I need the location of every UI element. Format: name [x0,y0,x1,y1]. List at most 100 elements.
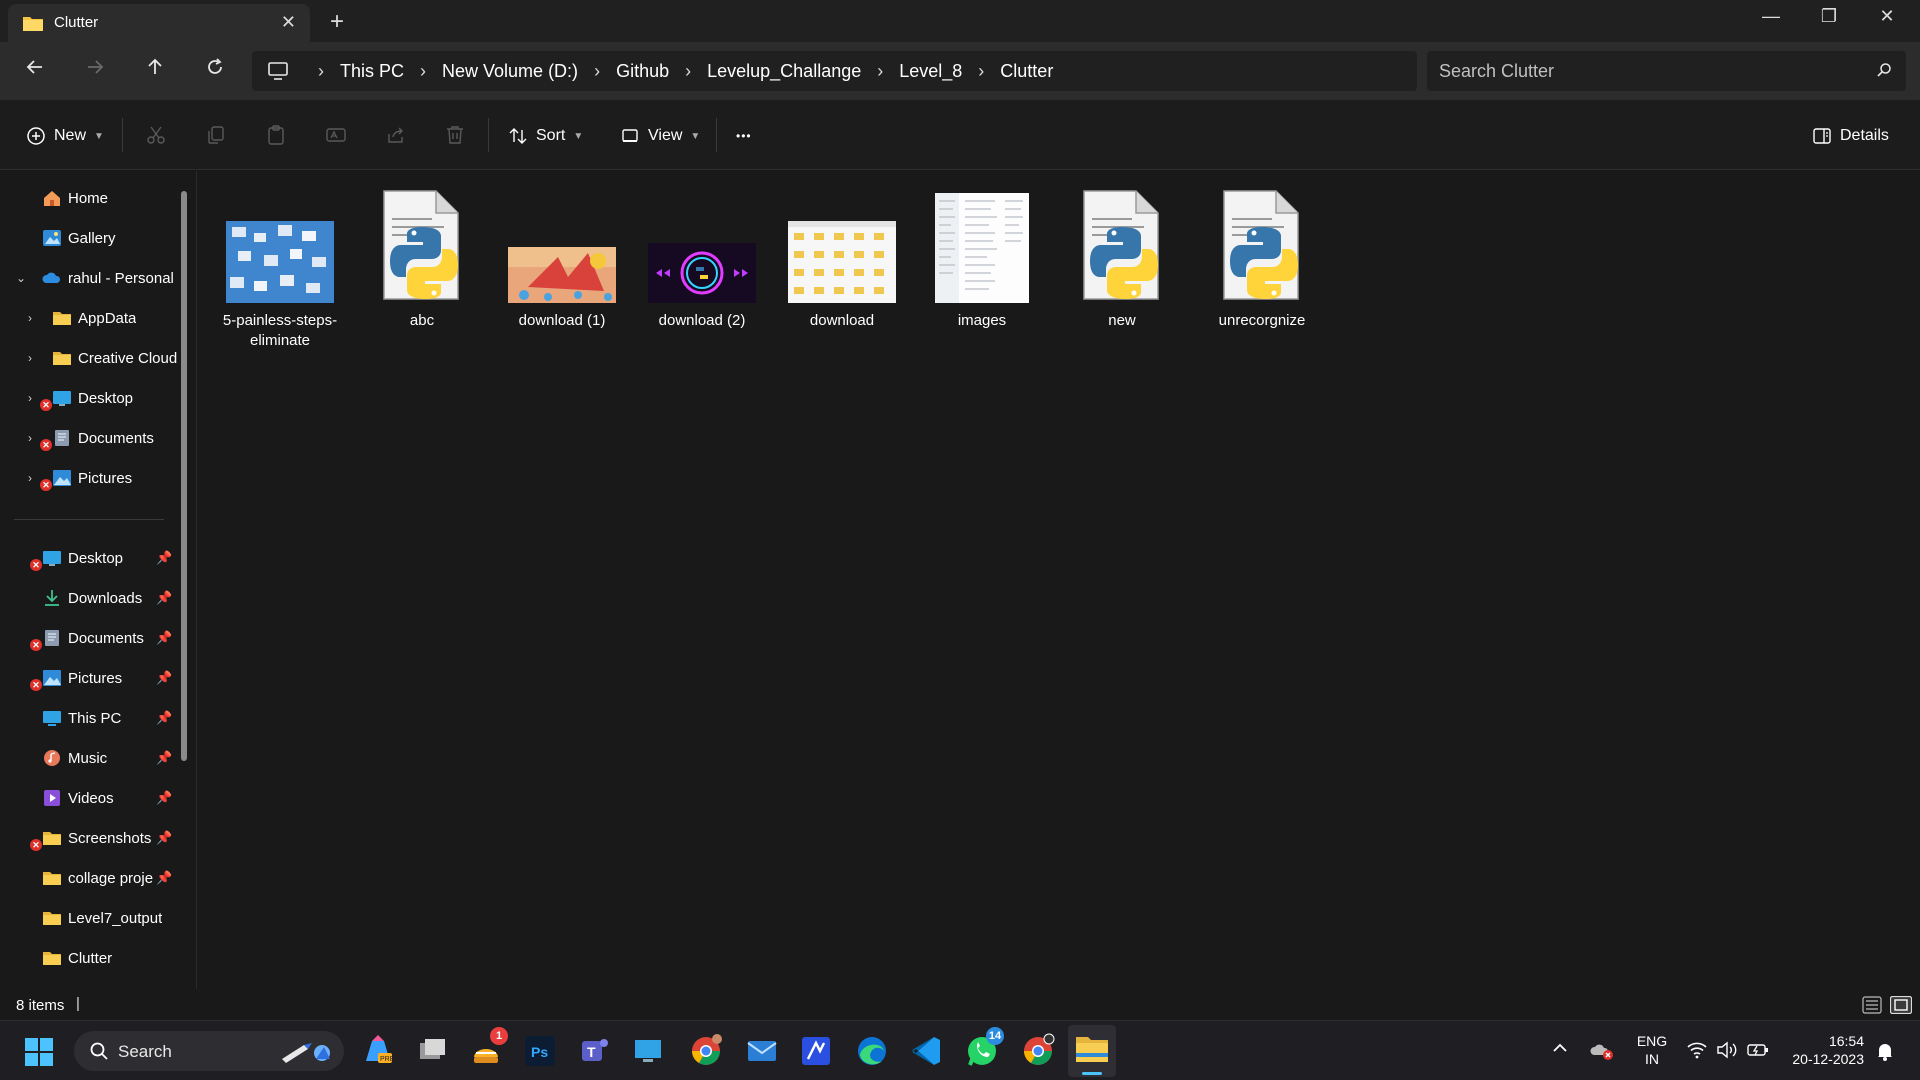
mail-icon[interactable] [742,1031,782,1071]
sidebar-item-videos[interactable]: Videos 📌 [0,779,180,817]
copilot-icon[interactable]: PRE [358,1031,398,1071]
tab-close-button[interactable]: ✕ [281,12,296,33]
chevron-right-icon[interactable]: › [594,61,600,82]
chevron-right-icon[interactable]: › [28,351,32,365]
breadcrumb-this-pc[interactable]: This PC [340,61,404,82]
powerautomate-icon[interactable] [796,1031,836,1071]
details-button[interactable]: Details [1812,120,1889,152]
windows-start-icon[interactable] [24,1037,54,1067]
pin-icon[interactable]: 📌 [156,710,172,726]
breadcrumb-github[interactable]: Github [616,61,669,82]
sort-button[interactable]: Sort ▼ [508,120,583,152]
chevron-right-icon[interactable]: › [877,61,883,82]
chrome-icon[interactable] [686,1031,726,1071]
sidebar-item-documents[interactable]: › ✕ Documents [0,419,180,457]
sticky-notes-app[interactable]: 1 [466,1027,508,1071]
sidebar-item-pictures[interactable]: › ✕ Pictures [0,459,180,497]
sidebar-item-home[interactable]: Home [0,179,180,217]
pin-icon[interactable]: 📌 [156,590,172,606]
sidebar-item-creative-cloud[interactable]: › Creative Cloud [0,339,180,377]
sidebar-item-desktop-pinned[interactable]: ✕ Desktop 📌 [0,539,180,577]
file-item[interactable]: download (1) [494,183,630,333]
pin-icon[interactable]: 📌 [156,790,172,806]
maximize-button[interactable]: ❐ [1804,6,1854,36]
forward-button[interactable] [80,56,110,86]
chevron-right-icon[interactable]: › [28,471,32,485]
chevron-right-icon[interactable]: › [978,61,984,82]
sidebar-item-collage-project[interactable]: collage proje 📌 [0,859,180,897]
breadcrumb-clutter[interactable]: Clutter [1000,61,1053,82]
sidebar-item-clutter[interactable]: Clutter [0,939,180,977]
chevron-down-icon[interactable]: ⌄ [16,271,26,285]
share-icon[interactable] [385,124,407,146]
up-button[interactable] [140,56,170,86]
search-icon[interactable] [1876,62,1892,78]
file-item[interactable]: images [914,183,1050,333]
chevron-right-icon[interactable]: › [28,431,32,445]
chrome-profile-icon[interactable] [1018,1031,1058,1071]
sidebar-scrollbar[interactable] [181,191,187,761]
copy-icon[interactable] [205,124,227,146]
new-tab-button[interactable]: + [330,8,344,36]
pin-icon[interactable]: 📌 [156,750,172,766]
edge-icon[interactable] [852,1031,892,1071]
address-bar[interactable]: › This PC › New Volume (D:) › Github › L… [252,51,1417,91]
whatsapp-app[interactable]: 14 [962,1027,1004,1071]
sidebar-item-pictures-pinned[interactable]: ✕ Pictures 📌 [0,659,180,697]
pin-icon[interactable]: 📌 [156,670,172,686]
file-item[interactable]: unrecorgnize [1194,183,1330,333]
file-explorer-app[interactable] [1068,1025,1116,1077]
sidebar-item-onedrive[interactable]: ⌄ rahul - Personal [0,259,180,297]
delete-icon[interactable] [444,124,466,146]
chevron-right-icon[interactable]: › [685,61,691,82]
search-box[interactable] [1427,51,1906,91]
sidebar-item-appdata[interactable]: › AppData [0,299,180,337]
sidebar-item-gallery[interactable]: Gallery [0,219,180,257]
chevron-up-icon[interactable] [1552,1041,1568,1055]
chevron-right-icon[interactable]: › [28,391,32,405]
clock-time[interactable]: 16:54 [1776,1033,1864,1050]
file-item[interactable]: download [774,183,910,333]
sidebar-item-music[interactable]: Music 📌 [0,739,180,777]
desktop-app-icon[interactable] [628,1031,668,1071]
large-icons-view-icon[interactable] [1890,996,1912,1014]
more-options-button[interactable]: ••• [736,120,752,152]
photoshop-icon[interactable]: Ps [520,1031,560,1071]
chevron-right-icon[interactable]: › [420,61,426,82]
file-item[interactable]: abc [354,183,490,333]
sidebar-item-level7-output[interactable]: Level7_output [0,899,180,937]
tab-clutter[interactable]: Clutter ✕ [8,4,310,42]
back-button[interactable] [20,56,50,86]
vscode-icon[interactable] [906,1031,946,1071]
breadcrumb-level8[interactable]: Level_8 [899,61,962,82]
search-input[interactable] [1439,57,1859,85]
sidebar-item-this-pc[interactable]: This PC 📌 [0,699,180,737]
breadcrumb-new-volume[interactable]: New Volume (D:) [442,61,578,82]
file-item[interactable]: new [1054,183,1190,333]
breadcrumb-levelup[interactable]: Levelup_Challange [707,61,861,82]
language-label[interactable]: ENG [1632,1033,1672,1050]
sidebar-item-desktop[interactable]: › ✕ Desktop [0,379,180,417]
pin-icon[interactable]: 📌 [156,870,172,886]
close-window-button[interactable]: ✕ [1862,6,1912,36]
pin-icon[interactable]: 📌 [156,830,172,846]
notification-bell-icon[interactable] [1876,1041,1894,1061]
teams-icon[interactable]: T [574,1031,614,1071]
refresh-button[interactable] [200,56,230,86]
paste-icon[interactable] [265,124,287,146]
view-button[interactable]: View ▼ [620,120,700,152]
region-label[interactable]: IN [1632,1051,1672,1068]
wifi-icon[interactable] [1686,1041,1708,1059]
cut-icon[interactable] [145,124,167,146]
rename-icon[interactable] [325,124,347,146]
onedrive-error-icon[interactable] [1590,1039,1616,1061]
sidebar-item-screenshots[interactable]: ✕ Screenshots 📌 [0,819,180,857]
pin-icon[interactable]: 📌 [156,550,172,566]
task-view-icon[interactable] [412,1031,452,1071]
file-item[interactable]: download (2) [634,183,770,333]
sidebar-item-downloads[interactable]: Downloads 📌 [0,579,180,617]
new-button[interactable]: New ▼ [26,120,104,152]
details-view-icon[interactable] [1862,996,1882,1014]
minimize-button[interactable]: — [1746,6,1796,36]
sidebar-item-documents-pinned[interactable]: ✕ Documents 📌 [0,619,180,657]
